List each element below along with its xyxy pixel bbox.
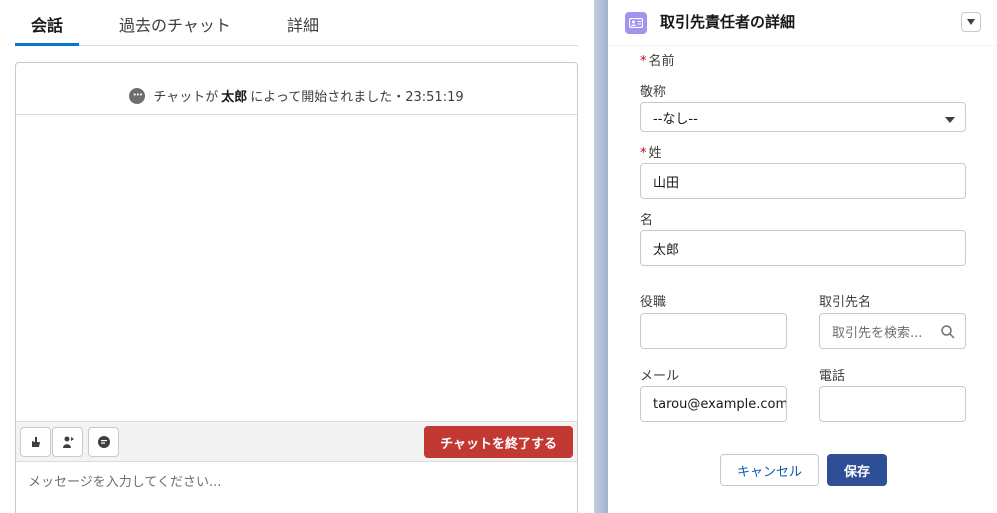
contact-detail-title: 取引先責任者の詳細 [660,13,796,31]
end-chat-button[interactable]: チャットを終了する [424,426,573,458]
title-label: 役職 [640,295,667,310]
chevron-down-icon [967,19,975,25]
salutation-value: --なし-- [653,111,698,127]
tab-past-chats-label: 過去のチャット [119,16,231,35]
dropdown-arrow-icon [945,117,955,123]
cancel-button[interactable]: キャンセル [720,454,819,486]
salutation-select[interactable]: --なし-- [640,102,966,132]
save-button[interactable]: 保存 [827,454,887,486]
email-label: メール [640,369,680,384]
chat-toolbar: チャットを終了する [16,421,577,462]
email-value: tarou@example.com [653,396,787,412]
tab-past-chats[interactable]: 過去のチャット [119,12,231,36]
required-marker: * [640,146,647,161]
last-name-value: 山田 [653,175,680,191]
account-search-placeholder: 取引先を検索... [832,325,923,341]
message-input[interactable] [16,462,577,502]
salutation-label: 敬称 [640,85,667,100]
chat-panel: 会話 過去のチャット 詳細 チャットが 太郎 によって開始されました・23:51… [0,0,594,513]
account-name-label: 取引先名 [819,295,872,310]
raise-hand-icon [31,437,40,447]
chat-started-suffix: によって開始されました・23:51:19 [250,90,464,105]
chat-bubble-icon [129,87,146,104]
chat-started-prefix: チャットが [153,90,219,105]
account-search-field[interactable]: 取引先を検索... [819,313,966,349]
contact-detail-header: 取引先責任者の詳細 [608,0,997,46]
panel-divider[interactable] [594,0,608,513]
phone-field[interactable] [819,386,966,422]
last-name-field[interactable]: 山田 [640,163,966,199]
tab-details[interactable]: 詳細 [287,12,319,36]
transfer-button[interactable] [52,427,83,457]
chat-tabs: 会話 過去のチャット 詳細 [15,0,578,46]
header-menu-button[interactable] [961,12,981,32]
first-name-label: 名 [640,213,654,228]
app-root: 会話 過去のチャット 詳細 チャットが 太郎 によって開始されました・23:51… [0,0,997,513]
tab-details-label: 詳細 [287,16,320,35]
last-name-label: * 姓 [640,142,662,161]
title-field[interactable] [640,313,787,349]
required-marker: * [640,54,647,69]
active-tab-indicator [15,43,79,46]
email-field[interactable]: tarou@example.com [640,386,787,422]
search-icon [941,325,955,339]
name-section-text: 名前 [648,54,675,69]
chat-started-event: チャットが 太郎 によって開始されました・23:51:19 [16,63,577,115]
contact-detail-panel: 取引先責任者の詳細 *名前 敬称 --なし-- *姓 山田 名 太郎 役職 [608,0,997,513]
tab-conversation-label: 会話 [31,16,64,35]
tab-conversation[interactable]: 会話 [31,12,63,36]
quick-text-button[interactable] [88,427,119,457]
chat-started-user: 太郎 [221,90,248,105]
first-name-value: 太郎 [653,242,680,258]
phone-label: 電話 [819,369,846,384]
quick-text-icon [97,436,110,448]
transfer-icon [62,436,74,448]
contact-card-icon [625,12,647,34]
last-name-label-text: 姓 [648,146,662,161]
raise-flag-button[interactable] [20,427,51,457]
name-section-label: * 名前 [640,50,675,69]
chat-transcript: チャットが 太郎 によって開始されました・23:51:19 [15,62,578,513]
first-name-field[interactable]: 太郎 [640,230,966,266]
